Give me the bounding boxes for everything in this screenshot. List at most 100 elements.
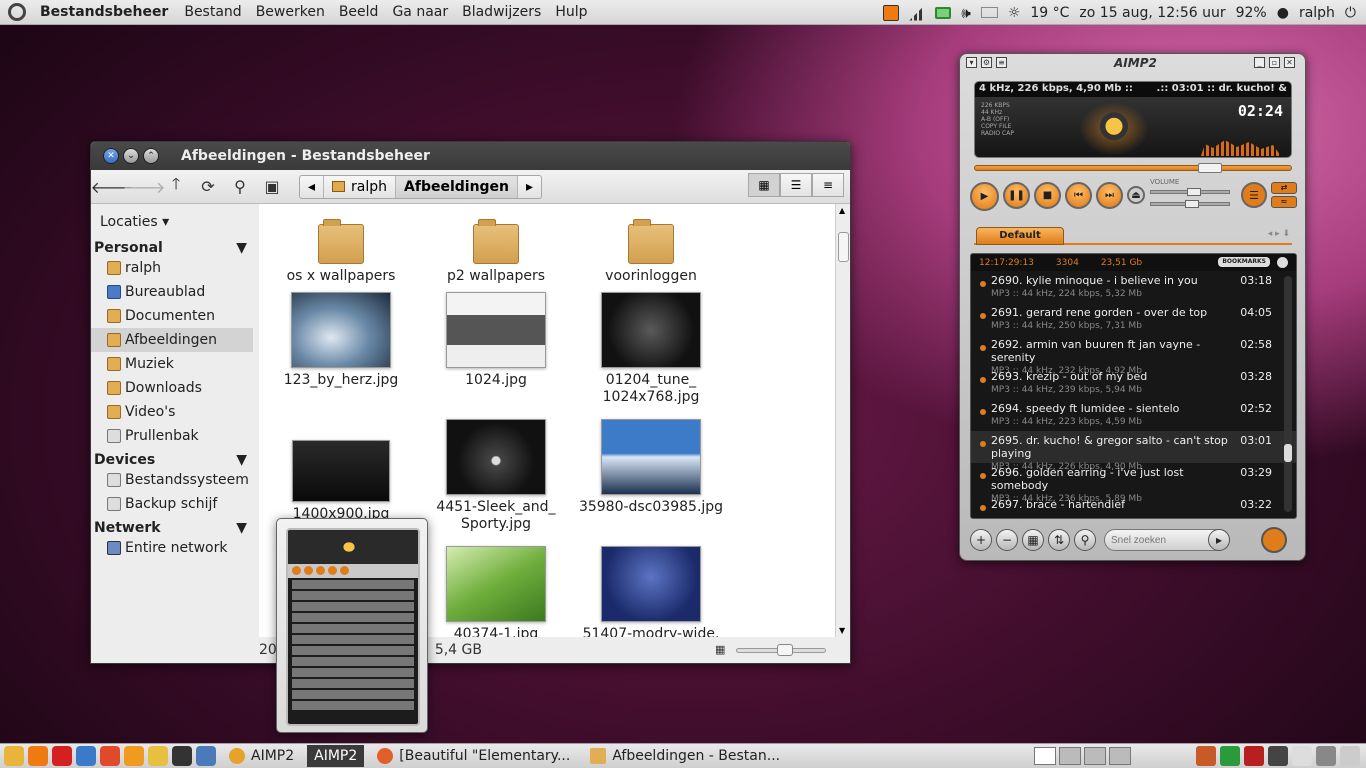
sidebar-item-bestandssysteem[interactable]: Bestandssysteem: [91, 468, 253, 492]
next-button[interactable]: ⏭: [1096, 182, 1123, 209]
aimp-tray-min-icon[interactable]: ▫: [1269, 57, 1280, 68]
sidebar-section-netwerk[interactable]: Netwerk ▼: [91, 516, 253, 536]
seek-bar-knob[interactable]: [1198, 163, 1222, 173]
elapsed-time[interactable]: 02:24: [1238, 102, 1283, 120]
sidebar-item-documenten[interactable]: Documenten: [91, 304, 253, 328]
image-item[interactable]: 123_by_herz.jpg: [266, 292, 416, 389]
window-preview-popup[interactable]: [276, 518, 428, 733]
playlist-track[interactable]: 2696. golden earring - i've just lost so…: [971, 463, 1296, 504]
menu-bladwijzers[interactable]: Bladwijzers: [462, 4, 541, 20]
compact-view-icon[interactable]: ≡: [812, 173, 844, 197]
breadcrumb-left-arrow-icon[interactable]: ◂: [300, 175, 325, 198]
launcher-download-icon[interactable]: [124, 746, 144, 766]
volume-slider-knob[interactable]: [1187, 188, 1201, 196]
launcher-globe-icon[interactable]: [172, 746, 192, 766]
taskbar-item-file-manager[interactable]: Afbeeldingen - Bestan...: [583, 745, 787, 767]
tray-monitor-icon[interactable]: [1268, 746, 1288, 766]
playlist-track[interactable]: 2697. brace - hartendief 03:22: [971, 495, 1296, 518]
balance-slider-knob[interactable]: [1185, 200, 1199, 208]
find-icon[interactable]: ⚲: [1074, 529, 1096, 551]
reload-icon[interactable]: ⟳: [195, 175, 221, 199]
minimize-window-button[interactable]: ⌄: [123, 148, 139, 164]
scroll-up-arrow-icon[interactable]: ▲: [839, 206, 845, 215]
weather-temperature[interactable]: 19 °C: [1030, 5, 1069, 21]
menu-ga-naar[interactable]: Ga naar: [392, 4, 448, 20]
tab-default[interactable]: Default: [976, 227, 1064, 245]
collapse-triangle-icon[interactable]: ▼: [236, 520, 247, 536]
aimp-settings-icon[interactable]: ⚙: [981, 57, 992, 68]
launcher-paint-icon[interactable]: [148, 746, 168, 766]
playlist-track[interactable]: 2693. krezip - out of my bed 03:28 MP3 :: …: [971, 367, 1296, 399]
add-track-icon[interactable]: +: [970, 529, 992, 551]
trash-icon[interactable]: [1340, 746, 1360, 766]
collapse-triangle-icon[interactable]: ▼: [236, 452, 247, 468]
zoom-icon[interactable]: ▦: [715, 643, 725, 656]
user-name[interactable]: ralph: [1299, 5, 1335, 21]
sidebar-section-devices[interactable]: Devices ▼: [91, 448, 253, 468]
volume-icon[interactable]: 🕪: [961, 5, 970, 21]
select-icon[interactable]: ▦: [1022, 529, 1044, 551]
workspace-1[interactable]: [1034, 747, 1056, 765]
vertical-scrollbar[interactable]: ▲ ▼: [835, 204, 850, 637]
launcher-home-icon[interactable]: [4, 746, 24, 766]
remove-track-icon[interactable]: −: [996, 529, 1018, 551]
search-go-icon[interactable]: ▸: [1208, 529, 1230, 551]
playlist-track[interactable]: 2690. kylie minoque - i believe in you 03…: [971, 271, 1296, 303]
seek-bar[interactable]: [974, 163, 1292, 173]
taskbar-item-aimp[interactable]: AIMP2: [222, 745, 301, 767]
volume-slider[interactable]: [1150, 188, 1230, 196]
computer-icon[interactable]: ▣: [259, 175, 285, 199]
workspace-4[interactable]: [1109, 747, 1131, 765]
close-window-button[interactable]: ✕: [103, 148, 119, 164]
menu-bestand[interactable]: Bestand: [184, 4, 241, 20]
sidebar-section-personal[interactable]: Personal ▼: [91, 236, 253, 256]
mail-icon[interactable]: [980, 7, 998, 18]
sidebar-item-backup-schijf[interactable]: Backup schijf: [91, 492, 253, 516]
collapse-triangle-icon[interactable]: ▼: [236, 240, 247, 256]
tray-app-icon[interactable]: [1196, 746, 1216, 766]
weather-sun-icon[interactable]: ☼: [1008, 5, 1021, 21]
sidebar-item-bureaublad[interactable]: Bureaublad: [91, 280, 253, 304]
scrollbar-thumb[interactable]: [838, 232, 849, 262]
sidebar-item-entire-network[interactable]: Entire network: [91, 536, 253, 560]
copy-file-label[interactable]: COPY FILE: [981, 123, 1014, 130]
icon-view-icon[interactable]: ▦: [748, 173, 780, 197]
ubuntu-logo-icon[interactable]: [8, 3, 26, 21]
menu-hulp[interactable]: Hulp: [555, 4, 587, 20]
scroll-down-arrow-icon[interactable]: ▼: [839, 626, 845, 635]
playlist-track[interactable]: 2691. gerard rene gorden - over de top 04…: [971, 303, 1296, 335]
image-item[interactable]: 35980-dsc03985.jpg: [576, 419, 726, 516]
repeat-icon[interactable]: ⇄: [1271, 182, 1297, 194]
eject-button[interactable]: ⏏: [1127, 186, 1145, 204]
zoom-slider-knob[interactable]: [777, 644, 793, 656]
playlist-options-icon[interactable]: [1277, 257, 1288, 268]
image-item[interactable]: 51407-modry-wide.: [576, 546, 726, 637]
aimp-close-icon[interactable]: ✕: [1284, 57, 1295, 68]
sort-icon[interactable]: ⇅: [1048, 529, 1070, 551]
launcher-opera-icon[interactable]: [52, 746, 72, 766]
image-item[interactable]: 01204_tune_ 1024x768.jpg: [576, 292, 726, 406]
forward-arrow-icon[interactable]: 🡒: [123, 175, 166, 199]
workspace-switcher[interactable]: [1034, 747, 1131, 765]
folder-item[interactable]: voorinloggen: [576, 212, 726, 285]
zoom-slider[interactable]: [736, 644, 826, 656]
network-signal-icon[interactable]: [909, 4, 926, 21]
sidebar-item-videos[interactable]: Video's: [91, 400, 253, 424]
tray-prefs-icon[interactable]: [1316, 746, 1336, 766]
up-arrow-icon[interactable]: 🡑: [163, 174, 189, 199]
battery-icon[interactable]: [935, 6, 952, 19]
breadcrumb-ralph[interactable]: ralph: [324, 175, 397, 198]
sidebar-item-afbeeldingen[interactable]: Afbeeldingen: [91, 328, 253, 352]
sidebar-item-ralph[interactable]: ralph: [91, 256, 253, 280]
playlist-track[interactable]: 2695. dr. kucho! & gregor salto - can't …: [971, 431, 1296, 472]
taskbar-item-firefox[interactable]: [Beautiful "Elementary...: [370, 745, 577, 767]
workspace-3[interactable]: [1084, 747, 1106, 765]
tray-media-icon[interactable]: [1244, 746, 1264, 766]
playlist-scrollbar-thumb[interactable]: [1284, 444, 1292, 462]
equalizer-icon[interactable]: ≈: [1271, 196, 1297, 208]
image-item[interactable]: 1400x900.jpg: [266, 432, 416, 523]
user-icon[interactable]: ●: [1277, 5, 1289, 21]
aimp-tray-icon[interactable]: [883, 4, 900, 21]
search-icon[interactable]: ⚲: [227, 175, 253, 199]
bookmarks-button[interactable]: BOOKMARKS: [1218, 257, 1270, 267]
